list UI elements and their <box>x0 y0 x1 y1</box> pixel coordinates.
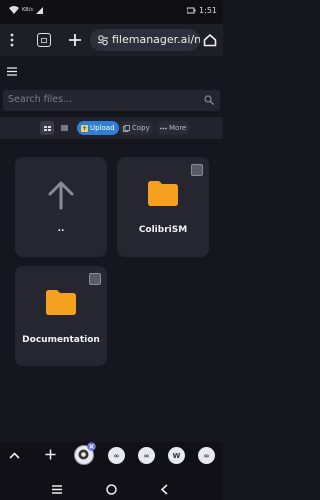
site-settings-icon[interactable] <box>97 34 109 46</box>
hamburger-menu-icon[interactable] <box>7 67 17 76</box>
file-card-label: ColibriSM <box>138 225 188 235</box>
signal-icon <box>36 6 43 14</box>
list-icon <box>60 125 68 131</box>
tab-glyph-icon <box>41 37 47 43</box>
search-icon[interactable] <box>204 95 214 105</box>
status-left: KB/s <box>9 6 43 14</box>
home-icon[interactable] <box>203 33 217 47</box>
tab-glyph-icon: ∞ <box>113 451 120 460</box>
tab-glyph-icon: ∞ <box>143 451 150 460</box>
battery-icon <box>187 7 196 14</box>
close-tab-icon[interactable] <box>87 442 96 451</box>
search-input[interactable]: Search files... <box>3 90 220 111</box>
tab-icon[interactable]: ∞ <box>198 447 215 464</box>
select-checkbox[interactable] <box>191 164 203 176</box>
view-toolbar: Upload Copy More <box>0 117 223 139</box>
up-arrow-icon <box>48 181 74 210</box>
status-right: 1:51 <box>187 6 217 15</box>
menu-dots-icon[interactable] <box>10 33 14 47</box>
grid-icon <box>43 125 51 131</box>
upload-button[interactable]: Upload <box>77 121 119 135</box>
search-placeholder: Search files... <box>8 94 73 105</box>
list-view-button[interactable] <box>57 121 71 135</box>
copy-label: Copy <box>132 124 150 132</box>
file-card-colibrism[interactable]: ColibriSM <box>117 157 209 257</box>
browser-toolbar: filemanager.ai/ne <box>0 24 223 56</box>
tab-icon[interactable]: ∞ <box>138 447 155 464</box>
add-tab-icon[interactable] <box>45 449 56 460</box>
url-text: filemanager.ai/ne <box>112 33 200 46</box>
file-card-parent[interactable]: .. <box>15 157 107 257</box>
tab-icon[interactable]: W <box>168 447 185 464</box>
folder-icon <box>148 181 178 206</box>
file-card-label: Documentation <box>22 335 100 345</box>
chevron-up-icon[interactable] <box>9 452 20 459</box>
home-nav-icon[interactable] <box>106 484 117 495</box>
status-time: 1:51 <box>199 6 217 15</box>
status-speed: KB/s <box>22 7 33 13</box>
url-bar[interactable]: filemanager.ai/ne <box>90 29 200 51</box>
tab-switcher-icon[interactable] <box>37 33 51 47</box>
tab-glyph-icon: ∞ <box>203 451 210 460</box>
upload-icon <box>81 124 88 132</box>
status-bar: KB/s 1:51 <box>0 0 223 24</box>
upload-label: Upload <box>90 124 115 132</box>
file-card-documentation[interactable]: Documentation <box>15 266 107 366</box>
copy-icon <box>123 124 130 132</box>
copy-button[interactable]: Copy <box>119 121 154 135</box>
wifi-icon <box>9 6 19 14</box>
folder-icon <box>46 290 76 315</box>
wordpress-icon: W <box>172 451 181 460</box>
file-card-label: .. <box>57 224 65 234</box>
new-tab-icon[interactable] <box>68 33 82 47</box>
more-label: More <box>169 124 187 132</box>
recent-apps-icon[interactable] <box>52 485 62 494</box>
tab-icon[interactable]: ∞ <box>108 447 125 464</box>
grid-view-button[interactable] <box>40 121 54 135</box>
system-nav-bar <box>0 478 223 500</box>
more-dots-icon <box>160 127 167 129</box>
back-nav-icon[interactable] <box>160 484 168 495</box>
select-checkbox[interactable] <box>89 273 101 285</box>
more-button[interactable]: More <box>156 121 191 135</box>
